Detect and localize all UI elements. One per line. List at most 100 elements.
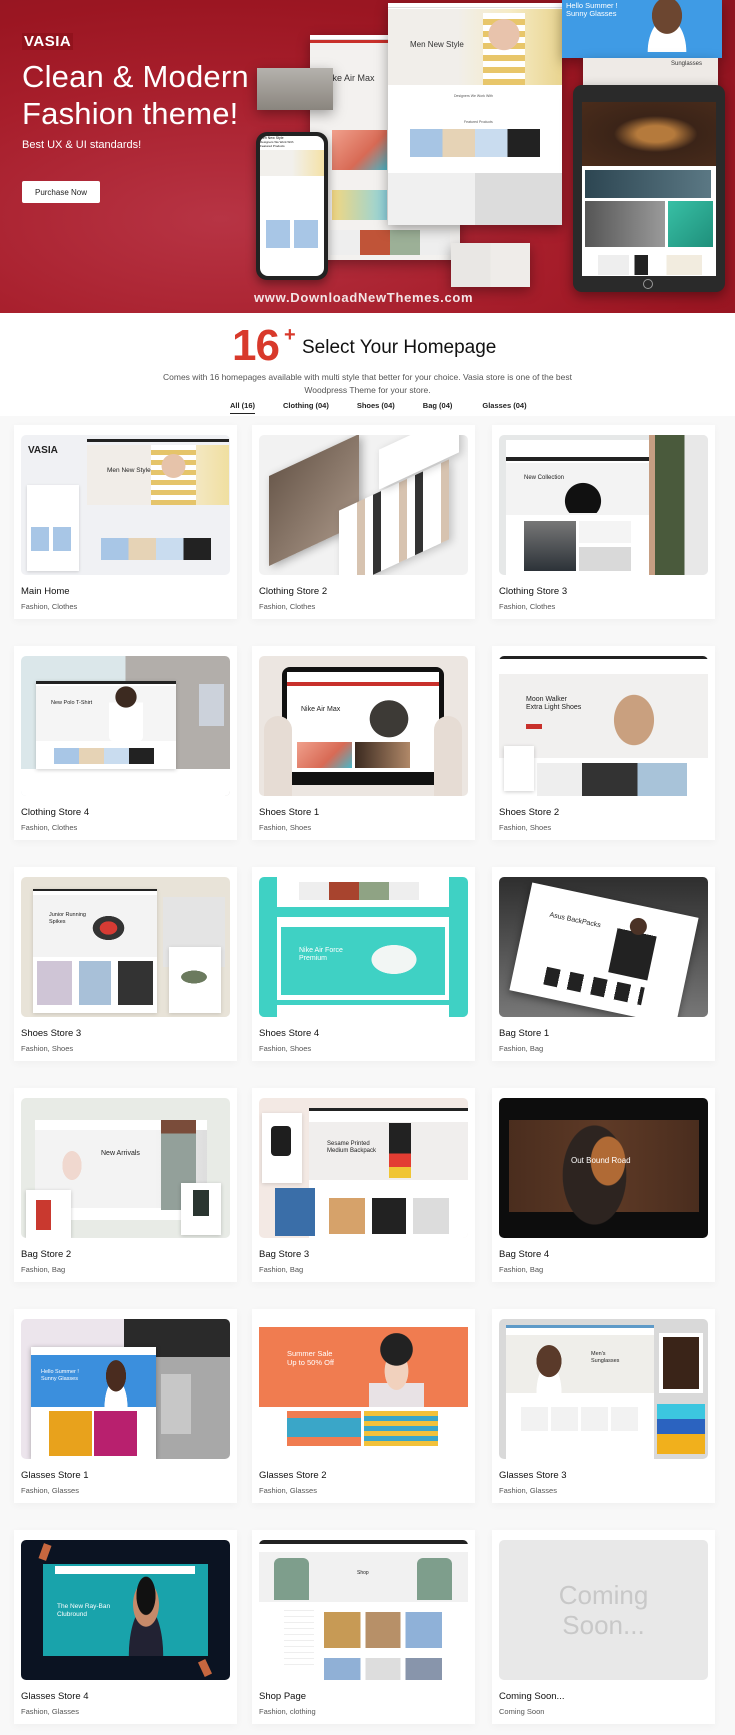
card-title: Shoes Store 1 bbox=[259, 807, 320, 818]
thumb-headline: Hello Summer ! Sunny Glasses bbox=[41, 1369, 79, 1383]
thumb-headline-line-1: Nike Air Force bbox=[299, 947, 343, 954]
homepage-card[interactable]: Clothing Store 2 Fashion, Clothes bbox=[252, 425, 475, 619]
mockup-main-desktop: Men New Style Designers We Work With Fea… bbox=[388, 3, 562, 225]
card-title: Glasses Store 3 bbox=[499, 1470, 567, 1481]
thumb-headline-line-1: Summer Sale bbox=[287, 1349, 333, 1358]
card-thumbnail: Nike Air Max bbox=[259, 656, 468, 796]
watermark-url: www.DownloadNewThemes.com bbox=[254, 290, 474, 305]
section-title: Select Your Homepage bbox=[302, 337, 497, 358]
card-tags: Fashion, Shoes bbox=[259, 1044, 312, 1053]
thumb-headline-line-2: Sunny Glasses bbox=[41, 1376, 78, 1382]
homepage-card[interactable]: VASIA Men New Style Main Home Fashion, C… bbox=[14, 425, 237, 619]
phone-screen: Men New Style Designers We Work With Fea… bbox=[260, 136, 324, 276]
thumb-headline: New Polo T-Shirt bbox=[51, 700, 93, 706]
coming-soon-line-2: Soon... bbox=[562, 1610, 645, 1640]
card-title: Coming Soon... bbox=[499, 1691, 565, 1702]
card-title: Glasses Store 4 bbox=[21, 1691, 89, 1702]
phone-mockup: Men New Style Designers We Work With Fea… bbox=[256, 132, 328, 280]
card-title: Clothing Store 3 bbox=[499, 586, 568, 597]
thumb-headline: Moon Walker Extra Light Shoes bbox=[526, 696, 581, 712]
card-thumbnail: Summer Sale Up to 50% Off bbox=[259, 1319, 468, 1459]
thumb-headline-line-1: Moon Walker bbox=[526, 696, 567, 703]
mockup-group-photo bbox=[257, 68, 333, 110]
card-tags: Fashion, Clothes bbox=[259, 602, 316, 611]
homepage-card[interactable]: Coming Soon... Coming Soon... Coming Soo… bbox=[492, 1530, 715, 1724]
category-tabs: All (16) Clothing (04) Shoes (04) Bag (0… bbox=[230, 401, 527, 414]
tab-shoes[interactable]: Shoes (04) bbox=[357, 401, 395, 414]
thumb-headline-line-1: Junior Running bbox=[49, 912, 86, 918]
mockup-main-section: Designers We Work With bbox=[454, 94, 493, 98]
thumb-headline: Sesame Printed Medium Backpack bbox=[327, 1141, 376, 1155]
mockup-sunglasses: Sunglasses bbox=[583, 58, 718, 88]
tablet-mockup: Out Bound Road Black Friday Up to 50% Of… bbox=[573, 85, 725, 292]
thumb-headline-line-2: Extra Light Shoes bbox=[526, 704, 582, 711]
card-tags: Fashion, Shoes bbox=[499, 823, 552, 832]
thumb-headline-line-1: Sesame Printed bbox=[327, 1141, 370, 1147]
mockup-glasses-line-2: Sunny Glasses bbox=[566, 9, 617, 18]
card-thumbnail: The New Ray-Ban Clubround bbox=[21, 1540, 230, 1680]
thumb-headline-line-2: Sunglasses bbox=[591, 1358, 620, 1364]
card-title: Bag Store 3 bbox=[259, 1249, 310, 1260]
thumb-headline: Shop bbox=[357, 1570, 369, 1576]
thumb-headline-line-1: Hello Summer ! bbox=[41, 1369, 79, 1375]
thumb-headline-line-2: Spikes bbox=[49, 919, 66, 925]
card-title: Shop Page bbox=[259, 1691, 307, 1702]
card-thumbnail: Hello Summer ! Sunny Glasses bbox=[21, 1319, 230, 1459]
homepage-card[interactable]: Men's Sunglasses Glasses Store 3 Fashion,… bbox=[492, 1309, 715, 1503]
coming-soon-line-1: Coming bbox=[558, 1580, 649, 1610]
homepage-card[interactable]: New Collection Clothing Store 3 Fashion,… bbox=[492, 425, 715, 619]
card-title: Main Home bbox=[21, 586, 70, 597]
card-thumbnail: New Polo T-Shirt bbox=[21, 656, 230, 796]
card-thumbnail: Nike Air Force Premium bbox=[259, 877, 468, 1017]
homepage-card[interactable]: Sesame Printed Medium Backpack Bag Store … bbox=[252, 1088, 475, 1282]
homepage-card[interactable]: Shop Shop Page Fashion, clothing bbox=[252, 1530, 475, 1724]
tab-glasses[interactable]: Glasses (04) bbox=[482, 401, 526, 414]
thumb-headline: Out Bound Road bbox=[571, 1156, 631, 1165]
card-title: Bag Store 1 bbox=[499, 1028, 550, 1039]
homepage-card[interactable]: New Polo T-Shirt Clothing Store 4 Fashio… bbox=[14, 646, 237, 840]
homepage-count-plus: + bbox=[284, 324, 296, 346]
purchase-now-button[interactable]: Purchase Now bbox=[22, 181, 100, 203]
card-tags: Fashion, Glasses bbox=[499, 1486, 557, 1495]
card-thumbnail: Junior Running Spikes bbox=[21, 877, 230, 1017]
homepage-card[interactable]: Out Bound Road Bag Store 4 Fashion, Bag bbox=[492, 1088, 715, 1282]
homepage-count: 16 bbox=[232, 321, 280, 370]
homepage-card[interactable]: Summer Sale Up to 50% Off Glasses Store 2… bbox=[252, 1309, 475, 1503]
homepage-card[interactable]: Nike Air Force Premium Shoes Store 4 Fash… bbox=[252, 867, 475, 1061]
card-thumbnail: Out Bound Road bbox=[499, 1098, 708, 1238]
section-description: Comes with 16 homepages available with m… bbox=[163, 372, 572, 395]
homepage-card[interactable]: Nike Air Max Shoes Store 1 Fashion, Shoe… bbox=[252, 646, 475, 840]
card-title: Shoes Store 4 bbox=[259, 1028, 320, 1039]
homepage-card[interactable]: Asus BackPacks Bag Store 1 Fashion, Bag bbox=[492, 867, 715, 1061]
thumb-headline-line-1: The New Ray-Ban bbox=[57, 1603, 111, 1610]
homepage-card[interactable]: The New Ray-Ban Clubround Glasses Store 4… bbox=[14, 1530, 237, 1724]
homepage-card[interactable]: New Arrivals Bag Store 2 Fashion, Bag bbox=[14, 1088, 237, 1282]
homepage-card[interactable]: Hello Summer ! Sunny Glasses Glasses Stor… bbox=[14, 1309, 237, 1503]
card-thumbnail: New Collection bbox=[499, 435, 708, 575]
thumb-headline: Junior Running Spikes bbox=[49, 912, 86, 926]
homepage-card[interactable]: Moon Walker Extra Light Shoes Shoes Store… bbox=[492, 646, 715, 840]
card-tags: Fashion, Clothes bbox=[499, 602, 556, 611]
hero-title-line-1: Clean & Modern bbox=[22, 59, 249, 94]
brand-logo: VASIA bbox=[22, 33, 74, 50]
tab-clothing[interactable]: Clothing (04) bbox=[283, 401, 329, 414]
card-thumbnail: Men's Sunglasses bbox=[499, 1319, 708, 1459]
card-thumbnail: Asus BackPacks bbox=[499, 877, 708, 1017]
card-title: Clothing Store 2 bbox=[259, 586, 328, 597]
hero-subtitle: Best UX & UI standards! bbox=[22, 139, 142, 151]
card-thumbnail: Coming Soon... bbox=[499, 1540, 708, 1680]
thumb-headline-line-2: Premium bbox=[299, 955, 328, 962]
tab-bag[interactable]: Bag (04) bbox=[423, 401, 453, 414]
card-tags: Fashion, Clothes bbox=[21, 823, 78, 832]
card-tags: Fashion, clothing bbox=[259, 1707, 316, 1716]
tab-all[interactable]: All (16) bbox=[230, 401, 256, 414]
homepage-card[interactable]: Junior Running Spikes Shoes Store 3 Fashi… bbox=[14, 867, 237, 1061]
thumb-headline: Summer Sale Up to 50% Off bbox=[287, 1349, 334, 1367]
thumb-headline-line-2: Up to 50% Off bbox=[287, 1358, 334, 1367]
mockup-main-products: Featured Products bbox=[464, 120, 493, 124]
thumb-headline-line-2: Medium Backpack bbox=[327, 1148, 377, 1154]
card-title: Shoes Store 2 bbox=[499, 807, 560, 818]
card-tags: Fashion, Bag bbox=[259, 1265, 304, 1274]
card-thumbnail: Sesame Printed Medium Backpack bbox=[259, 1098, 468, 1238]
card-tags: Fashion, Shoes bbox=[21, 1044, 74, 1053]
